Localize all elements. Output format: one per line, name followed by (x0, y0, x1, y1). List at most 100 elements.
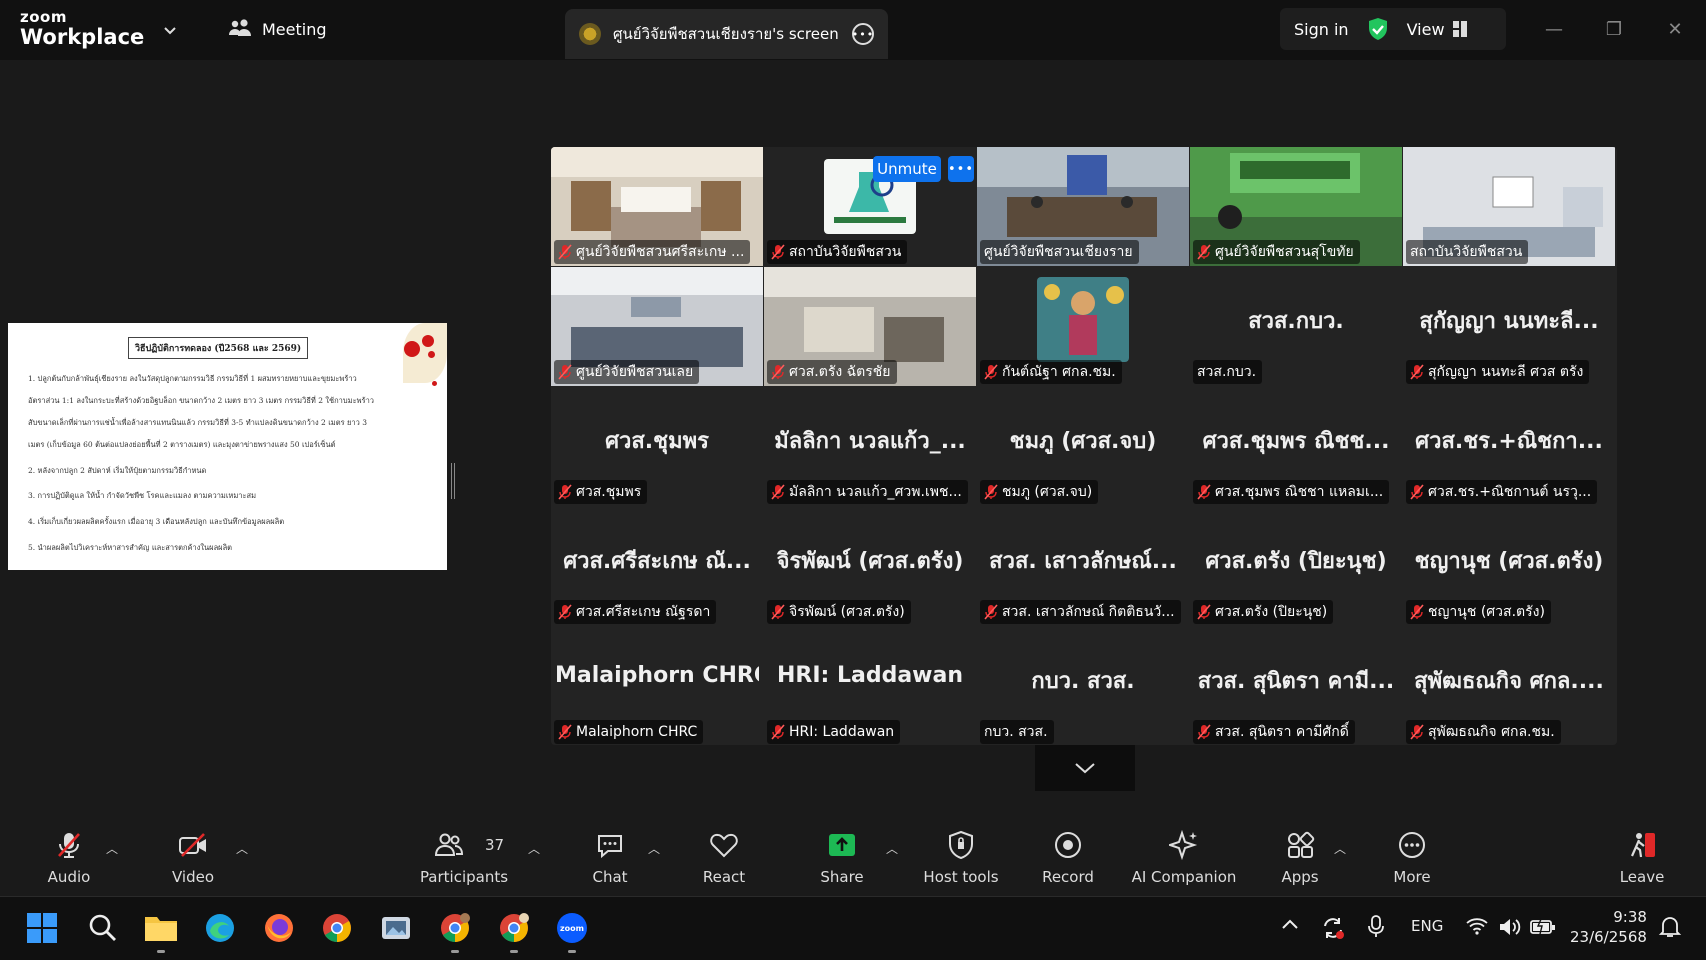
shield-check-icon[interactable] (1367, 17, 1389, 41)
chat-icon (598, 835, 622, 859)
apps-button[interactable]: Apps (1240, 830, 1360, 886)
chrome-profile-icon[interactable] (495, 909, 533, 953)
sync-icon[interactable] (1320, 915, 1346, 945)
participant-tile[interactable]: กบว. สวส. กบว. สวส. (977, 627, 1189, 745)
edge-browser-icon[interactable] (201, 909, 239, 947)
language-indicator[interactable]: ENG (1411, 917, 1443, 935)
participant-tile[interactable]: HRI: Laddawan HRI: Laddawan (764, 627, 976, 745)
clock-date: 23/6/2568 (1570, 928, 1647, 946)
audio-options-caret-icon[interactable]: ︿ (106, 840, 118, 857)
chat-button[interactable]: Chat (550, 830, 670, 886)
volume-icon[interactable] (1498, 917, 1522, 941)
chrome-profile-icon[interactable] (436, 909, 474, 953)
participant-tile[interactable]: ศูนย์วิจัยพืชสวนเชียงราย (977, 147, 1189, 266)
windows-start-icon[interactable] (23, 909, 61, 947)
participant-tile[interactable]: Malaiphorn CHRC Malaiphorn CHRC (551, 627, 763, 745)
more-button[interactable]: More (1352, 830, 1472, 886)
participant-tile[interactable]: สุกัญญา นนทะลี... สุกัญญา นนทะลี ศวส ตรัง (1403, 267, 1615, 386)
chrome-icon[interactable] (318, 909, 356, 947)
close-icon[interactable]: ✕ (1660, 14, 1690, 44)
mic-off-icon (1197, 244, 1211, 260)
participant-tile[interactable]: ศวส.ศรีสะเกษ ณั... ศวส.ศรีสะเกษ ณัฐรดา (551, 507, 763, 626)
view-button[interactable]: View (1407, 20, 1467, 39)
mic-off-icon (1197, 484, 1211, 500)
gallery-next-page-button[interactable] (1035, 745, 1135, 791)
share-button[interactable]: Share (782, 830, 902, 886)
video-button[interactable]: Video (133, 830, 253, 886)
participant-tile[interactable]: ศวส.ชุมพร ศวส.ชุมพร (551, 387, 763, 506)
video-options-caret-icon[interactable]: ︿ (236, 840, 248, 857)
maximize-icon[interactable]: ❐ (1599, 14, 1629, 44)
participant-tile[interactable]: ชมภู (ศวส.จบ) ชมภู (ศวส.จบ) (977, 387, 1189, 506)
participant-name: ศวส.ชุมพร (576, 484, 642, 500)
leave-button[interactable]: Leave (1582, 830, 1702, 886)
notifications-icon[interactable] (1658, 915, 1682, 943)
participant-tile[interactable]: ศูนย์วิจัยพืชสวนศรีสะเกษ ... (551, 147, 763, 266)
audio-button[interactable]: Audio (9, 830, 129, 886)
participant-tile[interactable]: ศวส.ตรัง ฉัตรชัย (764, 267, 976, 386)
apps-options-caret-icon[interactable]: ︿ (1334, 840, 1346, 857)
tile-more-options-button[interactable]: ••• (948, 156, 974, 182)
participant-tile[interactable]: ศูนย์วิจัยพืชสวนเลย (551, 267, 763, 386)
zoom-workplace-logo[interactable]: zoom Workplace (20, 10, 144, 48)
participants-options-caret-icon[interactable]: ︿ (528, 840, 540, 857)
photos-app-icon[interactable] (377, 909, 415, 947)
react-button[interactable]: React (664, 830, 784, 886)
more-options-icon[interactable]: ••• (852, 23, 874, 45)
brand-workplace: Workplace (20, 25, 145, 49)
participant-display-name: มัลลิกา นวลแก้ว_... (774, 429, 966, 454)
wifi-icon[interactable] (1466, 917, 1488, 939)
ai-companion-button[interactable]: AI Companion (1124, 830, 1244, 886)
participant-name-label: มัลลิกา นวลแก้ว_ศวพ.เพช... (767, 480, 968, 504)
participant-tile[interactable]: สุพัฒธณกิจ ศกล.... สุพัฒธณกิจ ศกล.ชม. (1403, 627, 1615, 745)
microphone-icon[interactable] (1366, 915, 1386, 943)
mic-off-icon (771, 244, 785, 260)
mic-off-icon (558, 604, 572, 620)
zoom-app-icon[interactable]: zoom (553, 909, 591, 953)
system-clock[interactable]: 9:38 23/6/2568 (1570, 907, 1647, 947)
participant-tile[interactable]: สวส.กบว. สวส.กบว. (1190, 267, 1402, 386)
participant-tile[interactable]: ศวส.ชร.+ณิชกา... ศวส.ชร.+ณิชกานต์ นรวุ... (1403, 387, 1615, 506)
participant-display-name: HRI: Laddawan (776, 663, 964, 688)
record-button[interactable]: Record (1008, 830, 1128, 886)
participant-name-label: สุพัฒธณกิจ ศกล.ชม. (1406, 720, 1561, 744)
participant-tile[interactable]: ชญานุช (ศวส.ตรัง) ชญานุช (ศวส.ตรัง) (1403, 507, 1615, 626)
participant-tile[interactable]: สถาบันวิจัยพืชสวน (1403, 147, 1615, 266)
participant-tile[interactable]: กันต์ณัฐา ศกล.ชม. (977, 267, 1189, 386)
search-icon[interactable] (84, 909, 122, 947)
participant-display-name: สุกัญญา นนทะลี... (1419, 309, 1599, 334)
sign-in-button[interactable]: Sign in (1294, 20, 1349, 39)
running-indicator (568, 950, 576, 953)
participant-tile[interactable]: ศวส.ตรัง (ปิยะนุช) ศวส.ตรัง (ปิยะนุช) (1190, 507, 1402, 626)
share-screen-tab[interactable]: ศูนย์วิจัยพืชสวนเชียงราย's screen ••• (565, 9, 888, 59)
participant-tile[interactable]: ศวส.ชุมพร ณิชช... ศวส.ชุมพร ณิชชา แหลมเ..… (1190, 387, 1402, 506)
slide-line: 1. ปลูกต้นกับกล้าพันธุ์เชียงราย ลงในวัสด… (28, 374, 357, 383)
file-explorer-icon[interactable] (142, 909, 180, 953)
unmute-button[interactable]: Unmute (873, 156, 941, 182)
participant-tile[interactable]: ศูนย์วิจัยพืชสวนสุโขทัย (1190, 147, 1402, 266)
slide-line: อัตราส่วน 1:1 ลงในกระบะที่สร้างด้วยอิฐบล… (28, 396, 375, 405)
brand-zoom: zoom (20, 8, 67, 26)
participant-name: กันต์ณัฐา ศกล.ชม. (1002, 364, 1116, 380)
participant-tile[interactable]: สวส. เสาวลักษณ์... สวส. เสาวลักษณ์ กิตติธ… (977, 507, 1189, 626)
tray-overflow-icon[interactable] (1281, 917, 1299, 935)
participant-name-label: ชญานุช (ศวส.ตรัง) (1406, 600, 1551, 624)
host-tools-button[interactable]: Host tools (901, 830, 1021, 886)
minimize-icon[interactable]: — (1539, 14, 1569, 44)
slide-line: 5. นำผลผลิตไปวิเคราะห์หาสารสำคัญ และสารต… (28, 543, 233, 552)
share-options-caret-icon[interactable]: ︿ (886, 840, 898, 857)
firefox-icon[interactable] (260, 909, 298, 947)
battery-icon[interactable] (1530, 916, 1556, 939)
participant-tile[interactable]: สวส. สุนิตรา คามี... สวส. สุนิตรา คามีศัก… (1190, 627, 1402, 745)
shared-screen-content[interactable]: วิธีปฏิบัติการทดลอง (ปี2568 และ 2569) 1.… (8, 323, 447, 570)
participant-display-name: สุพัฒธณกิจ ศกล.... (1414, 669, 1604, 694)
participants-button[interactable]: Participants (404, 830, 524, 886)
participant-tile[interactable]: มัลลิกา นวลแก้ว_... มัลลิกา นวลแก้ว_ศวพ.เ… (764, 387, 976, 506)
chat-options-caret-icon[interactable]: ︿ (648, 840, 660, 857)
participant-tile[interactable]: จิรพัฒน์ (ศวส.ตรัง) จิรพัฒน์ (ศวส.ตรัง) (764, 507, 976, 626)
participant-name-label: ศวส.ตรัง (ปิยะนุช) (1193, 600, 1334, 624)
participant-tile[interactable]: สถาบันวิจัยพืชสวน (764, 147, 976, 266)
meeting-menu[interactable]: Meeting (228, 18, 327, 40)
chevron-down-icon[interactable] (162, 22, 178, 38)
panel-resize-handle[interactable] (451, 463, 455, 499)
